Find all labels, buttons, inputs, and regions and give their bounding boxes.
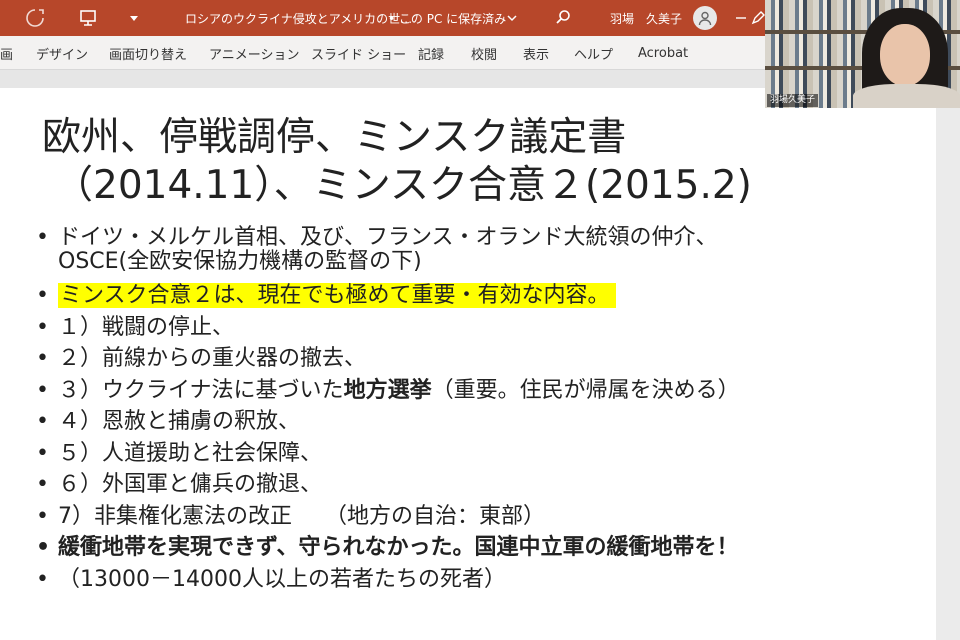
- list-item: • ミンスク合意２は、現在でも極めて重要・有効な内容。: [36, 280, 926, 312]
- bullet-marker: •: [36, 225, 49, 250]
- slide-title-line1: 欧州、停戦調停、ミンスク議定書: [42, 115, 627, 160]
- person-icon: [698, 11, 712, 26]
- highlighted-text: ミンスク合意２は、現在でも極めて重要・有効な内容。: [58, 283, 616, 308]
- bullet-marker: •: [36, 346, 49, 371]
- bullet-marker: •: [36, 566, 49, 592]
- bullet-text: ３）ウクライナ法に基づいた: [58, 377, 344, 403]
- bullet-text: ドイツ・メルケル首相、及び、フランス・オランド大統領の仲介、: [58, 225, 718, 250]
- bullet-text: （重要。住民が帰属を決める）: [431, 377, 740, 403]
- bullet-text: ５）人道援助と社会保障、: [58, 440, 323, 466]
- bullet-text: ４）恩赦と捕虜の釈放、: [58, 409, 301, 434]
- tab-record[interactable]: 記録: [418, 36, 444, 70]
- slide-title[interactable]: 欧州、停戦調停、ミンスク議定書 （2014.11）、ミンスク合意２(2015.2…: [42, 114, 922, 210]
- list-item: • ２）前線からの重火器の撤去、: [36, 343, 926, 375]
- tab-acrobat[interactable]: Acrobat: [638, 36, 688, 70]
- list-item: • ６）外国軍と傭兵の撤退、: [36, 469, 926, 501]
- present-icon[interactable]: [78, 0, 98, 36]
- person-body: [853, 84, 960, 108]
- list-item: • 7）非集権化憲法の改正 （地方の自治：東部）: [36, 501, 926, 533]
- bullet-marker: •: [36, 535, 51, 560]
- tab-home-partial[interactable]: 画: [0, 36, 13, 70]
- bullet-text: ２）前線からの重火器の撤去、: [58, 346, 367, 371]
- document-title[interactable]: ロシアのウクライナ侵攻とアメリカの世…: [185, 0, 412, 36]
- slide-canvas[interactable]: 欧州、停戦調停、ミンスク議定書 （2014.11）、ミンスク合意２(2015.2…: [0, 88, 936, 640]
- bullet-marker: •: [36, 377, 49, 403]
- bullet-marker: •: [36, 409, 49, 434]
- refresh-icon[interactable]: [24, 0, 46, 36]
- participant-name: 羽場久美子: [767, 94, 819, 107]
- slide-title-line2: （2014.11）、ミンスク合意２(2015.2): [54, 163, 752, 208]
- pen-icon[interactable]: [750, 0, 766, 36]
- list-item: • １）戦闘の停止、: [36, 312, 926, 344]
- bullet-list[interactable]: • ドイツ・メルケル首相、及び、フランス・オランド大統領の仲介、 OSCE(全欧…: [36, 226, 926, 595]
- list-item: • ドイツ・メルケル首相、及び、フランス・オランド大統領の仲介、 OSCE(全欧…: [36, 226, 926, 280]
- minimize-icon[interactable]: [735, 0, 747, 36]
- vertical-scrollbar[interactable]: [936, 70, 960, 640]
- tab-design[interactable]: デザイン: [36, 36, 88, 70]
- bullet-text: １）戦闘の停止、: [58, 314, 235, 340]
- bullet-text: ６）外国軍と傭兵の撤退、: [58, 472, 323, 497]
- chevron-down-icon[interactable]: [506, 0, 518, 36]
- webcam-video[interactable]: 羽場久美子: [765, 0, 960, 108]
- customize-toolbar-icon[interactable]: [128, 0, 140, 36]
- list-item: • （13000－14000人以上の若者たちの死者）: [36, 564, 926, 596]
- bullet-marker: •: [36, 283, 49, 308]
- person-face: [880, 24, 930, 86]
- avatar[interactable]: [693, 6, 717, 30]
- tab-review[interactable]: 校閲: [471, 36, 497, 70]
- bullet-text: （13000－14000人以上の若者たちの死者）: [58, 566, 506, 592]
- bullet-text-cont: OSCE(全欧安保協力機構の監督の下): [58, 249, 422, 274]
- tab-slideshow[interactable]: スライド ショー: [311, 36, 406, 70]
- tab-transitions[interactable]: 画面切り替え: [109, 36, 187, 70]
- list-item: • ３）ウクライナ法に基づいた地方選挙（重要。住民が帰属を決める）: [36, 375, 926, 407]
- tab-animations[interactable]: アニメーション: [209, 36, 299, 70]
- bullet-marker: •: [36, 472, 49, 497]
- tab-view[interactable]: 表示: [523, 36, 549, 70]
- save-status[interactable]: • この PC に保存済み: [388, 0, 506, 36]
- user-name[interactable]: 羽場 久美子: [610, 0, 682, 36]
- bullet-text: 7）非集権化憲法の改正 （地方の自治：東部）: [58, 503, 545, 529]
- list-item: • 緩衝地帯を実現できず、守られなかった。国連中立軍の緩衝地帯を！: [36, 532, 926, 564]
- tab-help[interactable]: ヘルプ: [574, 36, 613, 70]
- bullet-text-bold: 地方選挙: [343, 377, 432, 403]
- search-icon[interactable]: [555, 9, 571, 25]
- bullet-marker: •: [36, 503, 49, 529]
- list-item: • ４）恩赦と捕虜の釈放、: [36, 406, 926, 438]
- bullet-text-bold: 緩衝地帯を実現できず、守られなかった。国連中立軍の緩衝地帯を！: [58, 535, 739, 560]
- bullet-marker: •: [36, 440, 49, 466]
- bullet-marker: •: [36, 314, 49, 340]
- list-item: • ５）人道援助と社会保障、: [36, 438, 926, 470]
